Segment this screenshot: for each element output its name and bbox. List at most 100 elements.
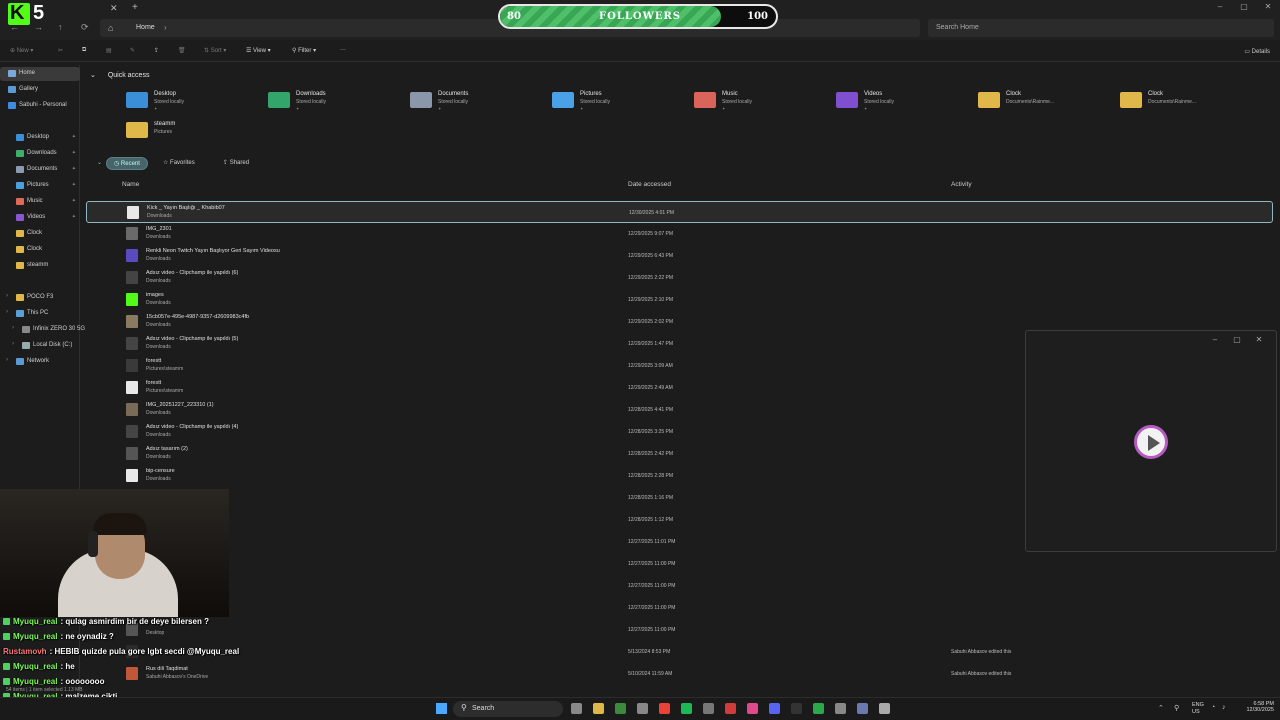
quick-access-tile[interactable]: Videos Stored locally ✦ — [796, 90, 926, 116]
volume-icon[interactable]: ♪ — [1222, 704, 1226, 711]
delete-icon[interactable]: 🗑 — [178, 47, 186, 54]
sidebar-item[interactable]: › This PC — [0, 307, 80, 321]
taskbar-app-icon[interactable] — [637, 703, 648, 714]
sidebar-item[interactable]: › Infinix ZERO 30 5G — [0, 323, 85, 337]
refresh-icon[interactable]: ⟳ — [81, 22, 89, 33]
column-activity[interactable]: Activity — [951, 181, 972, 188]
table-row[interactable]: Desktop 12/27/2025 11:00 PM — [86, 619, 1273, 641]
taskbar-app-icon[interactable] — [725, 703, 736, 714]
tab-close-icon[interactable]: ✕ — [110, 3, 118, 14]
search-input[interactable]: Search Home — [928, 19, 1274, 37]
sidebar-item[interactable]: steamm — [0, 259, 80, 273]
table-row[interactable]: 12/27/2025 11:00 PM — [86, 575, 1273, 597]
chevron-right-icon[interactable]: › — [12, 325, 14, 331]
quick-access-tile[interactable]: Desktop Stored locally ✦ — [86, 90, 216, 116]
taskbar-app-icon[interactable] — [857, 703, 868, 714]
view-button[interactable]: ☰ View ▾ — [246, 47, 271, 54]
chevron-up-icon[interactable]: ⌃ — [1158, 704, 1164, 712]
maximize-icon[interactable]: ▢ — [1226, 335, 1248, 344]
play-button[interactable] — [1134, 425, 1168, 459]
paste-icon[interactable]: ▤ — [106, 47, 112, 54]
quick-access-tile[interactable]: Pictures Stored locally ✦ — [512, 90, 642, 116]
chevron-right-icon[interactable]: › — [6, 309, 8, 315]
share-icon[interactable]: ⇪ — [154, 47, 159, 54]
taskbar-app-icon[interactable] — [835, 703, 846, 714]
taskbar-app-icon[interactable] — [681, 703, 692, 714]
quick-access-tile[interactable]: Clock Documents\Rainme... — [1080, 90, 1210, 116]
table-row[interactable]: Adsız video - Clipchamp ile yapıldı (6) D… — [86, 267, 1273, 289]
column-date-accessed[interactable]: Date accessed — [628, 181, 671, 188]
chevron-right-icon[interactable]: › — [6, 293, 8, 299]
new-button[interactable]: ⊕ New ▾ — [10, 47, 33, 54]
taskbar-app-icon[interactable] — [747, 703, 758, 714]
copy-icon[interactable]: ⧉ — [82, 47, 86, 54]
table-row[interactable]: 12/27/2025 11:00 PM — [86, 553, 1273, 575]
media-player-window[interactable]: – ▢ ✕ — [1025, 330, 1277, 552]
chevron-right-icon[interactable]: › — [12, 341, 14, 347]
taskbar-app-icon[interactable] — [659, 703, 670, 714]
quick-access-tile[interactable]: Downloads Stored locally ✦ — [228, 90, 358, 116]
table-row[interactable]: Rus dili Taqdimat Sabuhi Abbasov's OneDri… — [86, 663, 1273, 685]
sort-button[interactable]: ⇅ Sort ▾ — [204, 47, 226, 54]
filter-button[interactable]: ⚲ Filter ▾ — [292, 47, 316, 54]
sidebar-item[interactable]: Clock — [0, 227, 80, 241]
taskbar-app-icon[interactable] — [703, 703, 714, 714]
quick-access-tile[interactable]: Documents Stored locally ✦ — [370, 90, 500, 116]
sidebar-item[interactable]: Desktop ✦ — [0, 131, 80, 145]
quick-access-tile[interactable]: Clock Documents\Rainme... — [938, 90, 1068, 116]
clock[interactable]: 6:58 PM 12/30/2025 — [1246, 701, 1274, 713]
sidebar-item[interactable]: Downloads ✦ — [0, 147, 80, 161]
wifi-icon[interactable]: ◔ — [1211, 704, 1215, 711]
minimize-icon[interactable]: – — [1204, 335, 1226, 344]
minimize-icon[interactable]: – — [1208, 0, 1232, 14]
chevron-down-icon[interactable]: ⌄ — [90, 72, 96, 79]
up-icon[interactable]: ↑ — [58, 22, 63, 32]
taskbar-app-icon[interactable] — [791, 703, 802, 714]
file-location: Desktop — [146, 630, 165, 636]
quick-access-header[interactable]: ⌄ Quick access — [90, 71, 149, 79]
table-row[interactable]: 12/27/2025 11:00 PM — [86, 597, 1273, 619]
sidebar-item[interactable]: Clock — [0, 243, 80, 257]
taskbar-app-icon[interactable] — [813, 703, 824, 714]
sidebar-item[interactable]: › Local Disk (C:) — [0, 339, 80, 353]
maximize-icon[interactable]: ▢ — [1232, 0, 1256, 14]
more-options-icon[interactable]: ··· — [340, 47, 346, 53]
cut-icon[interactable]: ✂ — [58, 47, 63, 54]
sidebar-item[interactable]: › POCO F3 — [0, 291, 80, 305]
language-indicator[interactable]: ENG US — [1192, 702, 1204, 716]
tab-shared[interactable]: ⇪ Shared — [216, 157, 256, 170]
taskbar-search[interactable]: ⚲ Search — [453, 701, 563, 717]
table-row[interactable]: 5/13/2024 8:53 PM Sabuhi Abbasov edited t… — [86, 641, 1273, 663]
start-icon[interactable] — [436, 703, 447, 714]
taskbar-app-icon[interactable] — [593, 703, 604, 714]
taskbar-app-icon[interactable] — [571, 703, 582, 714]
rename-icon[interactable]: ✎ — [130, 47, 135, 54]
sidebar-item[interactable]: Music ✦ — [0, 195, 80, 209]
table-row[interactable]: Renkli Neon Twitch Yayın Başlıyor Geri S… — [86, 245, 1273, 267]
mic-icon[interactable]: ⚲ — [1174, 704, 1179, 712]
table-row[interactable]: IMG_2301 Downloads 12/29/2025 9:07 PM — [86, 223, 1273, 245]
close-icon[interactable]: ✕ — [1256, 0, 1280, 14]
new-tab-icon[interactable]: + — [132, 2, 138, 13]
quick-access-tile[interactable]: Music Stored locally ✦ — [654, 90, 784, 116]
taskbar-app-icon[interactable] — [879, 703, 890, 714]
sidebar-item[interactable]: Home — [0, 67, 80, 81]
table-row[interactable]: images Downloads 12/29/2025 2:10 PM — [86, 289, 1273, 311]
sidebar-item[interactable]: › Network — [0, 355, 80, 369]
taskbar-app-icon[interactable] — [769, 703, 780, 714]
tab-favorites[interactable]: ☆ Favorites — [156, 157, 202, 170]
chevron-right-icon[interactable]: › — [6, 357, 8, 363]
sidebar-item[interactable]: Sabuhi - Personal — [0, 99, 80, 113]
chevron-right-icon[interactable]: › — [164, 23, 167, 32]
quick-access-tile[interactable]: steamm Pictures — [86, 120, 216, 146]
tab-recent[interactable]: ◷ Recent — [106, 157, 148, 170]
details-button[interactable]: ▭ Details — [1244, 48, 1270, 55]
column-name[interactable]: Name — [122, 181, 139, 188]
sidebar-item[interactable]: Pictures ✦ — [0, 179, 80, 193]
close-icon[interactable]: ✕ — [1248, 335, 1270, 344]
taskbar-app-icon[interactable] — [615, 703, 626, 714]
sidebar-item[interactable]: Documents ✦ — [0, 163, 80, 177]
sidebar-item[interactable]: Videos ✦ — [0, 211, 80, 225]
sidebar-item[interactable]: Gallery — [0, 83, 80, 97]
table-row[interactable]: Kick _ Yayın Başlığı _ Khabib07 Downloads… — [86, 201, 1273, 223]
